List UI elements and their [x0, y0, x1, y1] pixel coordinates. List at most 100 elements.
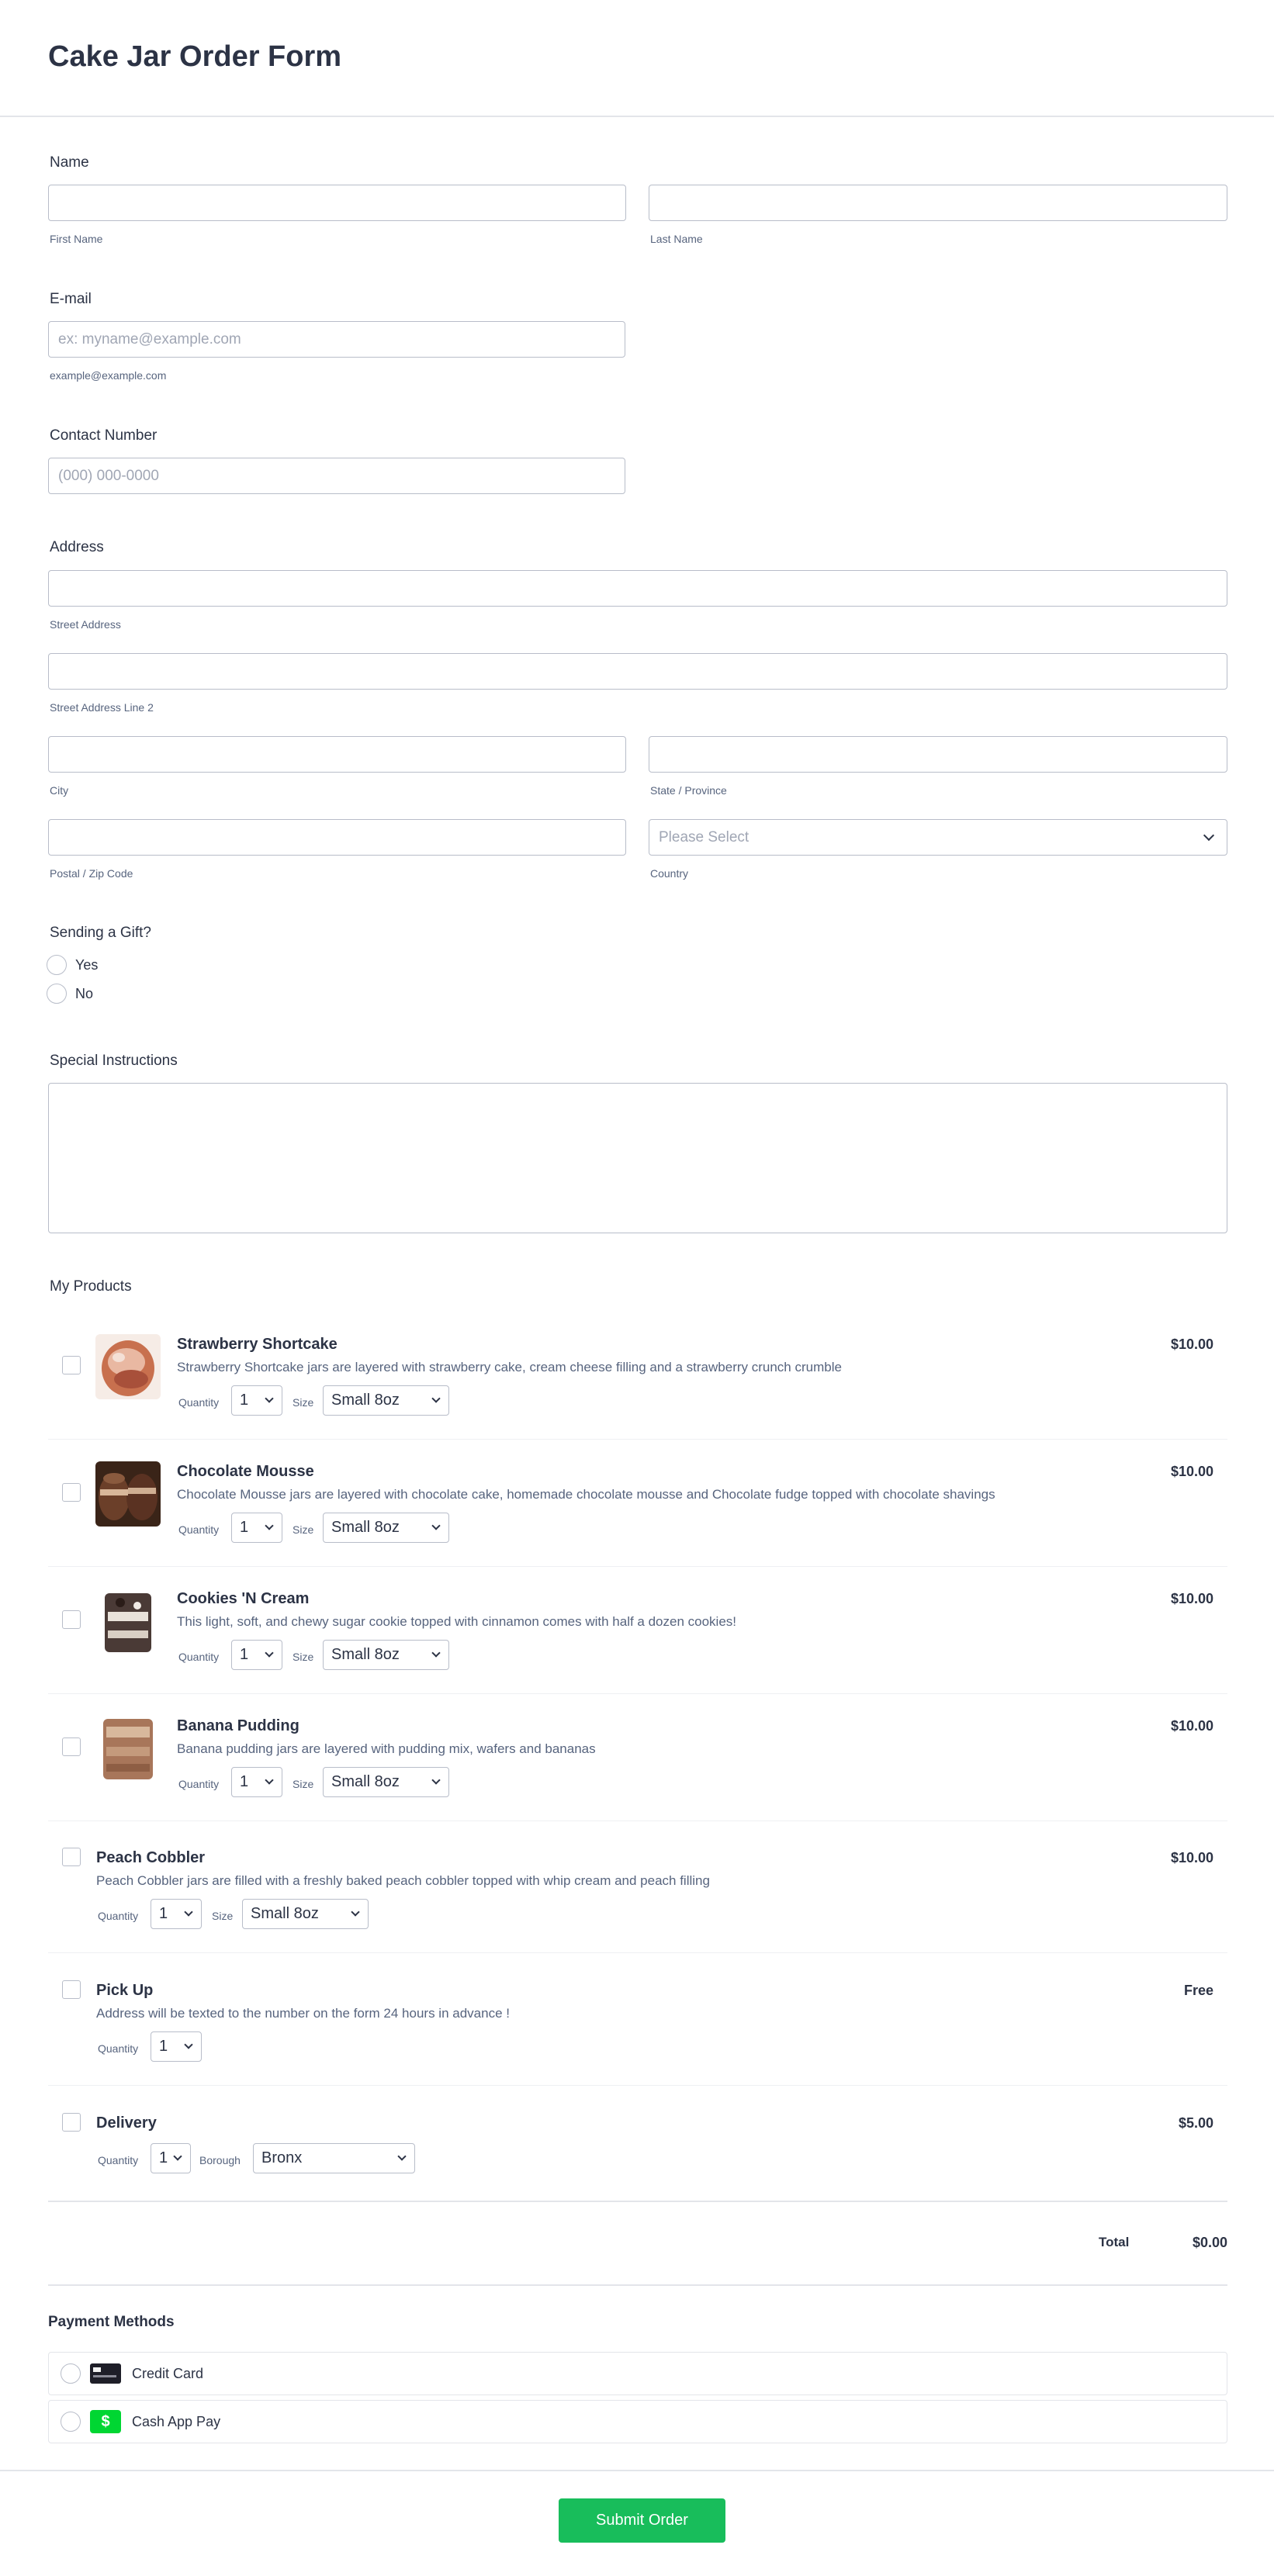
payment-option-credit-card[interactable]: Credit Card	[48, 2352, 1227, 2395]
product-checkbox-peach[interactable]	[62, 1848, 81, 1866]
product-description: Address will be texted to the number on …	[96, 2006, 510, 2021]
product-divider	[48, 1439, 1227, 1440]
size-label: Size	[293, 1523, 314, 1536]
address-label: Address	[50, 539, 104, 555]
size-select[interactable]: Small 8oz	[323, 1767, 449, 1797]
form-header: Cake Jar Order Form	[0, 0, 1274, 117]
product-price: Free	[1183, 1983, 1213, 1998]
size-value: Small 8oz	[331, 1392, 400, 1409]
product-description: Chocolate Mousse jars are layered with c…	[177, 1487, 995, 1502]
product-checkbox-pickup[interactable]	[62, 1980, 81, 1999]
chevron-down-icon	[173, 2152, 182, 2161]
product-price: $5.00	[1178, 2115, 1213, 2131]
product-name: Chocolate Mousse	[177, 1463, 314, 1480]
credit-card-radio[interactable]	[61, 2363, 81, 2384]
credit-card-label[interactable]: Credit Card	[132, 2366, 203, 2382]
email-label: E-mail	[50, 291, 92, 307]
size-select[interactable]: Small 8oz	[242, 1899, 369, 1929]
product-name: Banana Pudding	[177, 1717, 299, 1734]
product-description: Strawberry Shortcake jars are layered wi…	[177, 1360, 842, 1374]
chevron-down-icon	[431, 1648, 441, 1658]
quantity-select[interactable]: 1	[151, 2143, 191, 2173]
quantity-select[interactable]: 1	[231, 1513, 282, 1543]
special-instructions-textarea[interactable]	[48, 1083, 1227, 1233]
submit-order-button[interactable]: Submit Order	[559, 2498, 725, 2543]
product-divider	[48, 1952, 1227, 1953]
payment-divider	[48, 2284, 1227, 2286]
borough-select[interactable]: Bronx	[253, 2143, 415, 2173]
borough-value: Bronx	[261, 2149, 303, 2166]
size-label: Size	[212, 1910, 234, 1922]
country-sublabel: Country	[650, 867, 689, 880]
product-name: Pick Up	[96, 1982, 154, 1999]
gift-label: Sending a Gift?	[50, 925, 151, 941]
product-price: $10.00	[1170, 1464, 1213, 1479]
payment-option-cash-app[interactable]: $ Cash App Pay	[48, 2400, 1227, 2443]
first-name-sublabel: First Name	[50, 233, 103, 245]
quantity-select[interactable]: 1	[231, 1640, 282, 1670]
postal-code-sublabel: Postal / Zip Code	[50, 867, 133, 880]
postal-code-input[interactable]	[48, 819, 626, 856]
product-checkbox-delivery[interactable]	[62, 2113, 81, 2132]
chevron-down-icon	[431, 1776, 441, 1785]
cash-app-label[interactable]: Cash App Pay	[132, 2414, 220, 2430]
city-input[interactable]	[48, 736, 626, 773]
banana-pudding-image	[95, 1716, 161, 1781]
product-description: Banana pudding jars are layered with pud…	[177, 1741, 596, 1756]
page-title: Cake Jar Order Form	[48, 40, 342, 73]
total-label: Total	[1099, 2235, 1130, 2249]
product-checkbox-banana[interactable]	[62, 1738, 81, 1756]
product-price: $10.00	[1170, 1850, 1213, 1865]
contact-number-input[interactable]: (000) 000-0000	[48, 458, 625, 494]
gift-no-radio[interactable]	[47, 984, 67, 1004]
quantity-select[interactable]: 1	[151, 1899, 202, 1929]
size-select[interactable]: Small 8oz	[323, 1385, 449, 1416]
chevron-down-icon	[265, 1776, 274, 1785]
chevron-down-icon	[265, 1394, 274, 1403]
quantity-label: Quantity	[98, 1910, 139, 1922]
chevron-down-icon	[184, 2040, 193, 2049]
product-name: Strawberry Shortcake	[177, 1336, 338, 1353]
chevron-down-icon	[265, 1521, 274, 1530]
quantity-select[interactable]: 1	[151, 2031, 202, 2062]
chevron-down-icon	[351, 1907, 360, 1917]
product-name: Peach Cobbler	[96, 1849, 206, 1866]
product-divider	[48, 1693, 1227, 1694]
gift-yes-radio[interactable]	[47, 955, 67, 975]
cash-app-icon: $	[90, 2410, 121, 2433]
size-value: Small 8oz	[331, 1646, 400, 1663]
product-checkbox-strawberry[interactable]	[62, 1356, 81, 1374]
quantity-label: Quantity	[178, 1396, 220, 1409]
product-divider	[48, 1820, 1227, 1821]
size-select[interactable]: Small 8oz	[323, 1640, 449, 1670]
quantity-select[interactable]: 1	[231, 1767, 282, 1797]
gift-no-label[interactable]: No	[75, 986, 93, 1002]
quantity-label: Quantity	[98, 2154, 139, 2166]
product-checkbox-cookies[interactable]	[62, 1610, 81, 1629]
total-value: $0.00	[1192, 2235, 1227, 2250]
city-sublabel: City	[50, 784, 69, 797]
gift-yes-label[interactable]: Yes	[75, 957, 98, 973]
street-address-sublabel: Street Address	[50, 618, 121, 631]
footer-divider	[0, 2470, 1274, 2471]
quantity-label: Quantity	[178, 1523, 220, 1536]
product-checkbox-chocolate[interactable]	[62, 1483, 81, 1502]
email-input[interactable]: ex: myname@example.com	[48, 321, 625, 358]
state-input[interactable]	[649, 736, 1227, 773]
street-address-2-sublabel: Street Address Line 2	[50, 701, 154, 714]
size-select[interactable]: Small 8oz	[323, 1513, 449, 1543]
last-name-sublabel: Last Name	[650, 233, 703, 245]
street-address-input[interactable]	[48, 570, 1227, 607]
state-sublabel: State / Province	[650, 784, 727, 797]
cash-app-radio[interactable]	[61, 2412, 81, 2432]
product-description: This light, soft, and chewy sugar cookie…	[177, 1614, 736, 1629]
product-divider	[48, 1566, 1227, 1567]
street-address-2-input[interactable]	[48, 653, 1227, 690]
quantity-value: 1	[240, 1773, 249, 1790]
size-value: Small 8oz	[331, 1519, 400, 1536]
quantity-select[interactable]: 1	[231, 1385, 282, 1416]
first-name-input[interactable]	[48, 185, 626, 221]
last-name-input[interactable]	[649, 185, 1227, 221]
country-select[interactable]: Please Select	[649, 819, 1227, 856]
borough-label: Borough	[199, 2154, 241, 2166]
